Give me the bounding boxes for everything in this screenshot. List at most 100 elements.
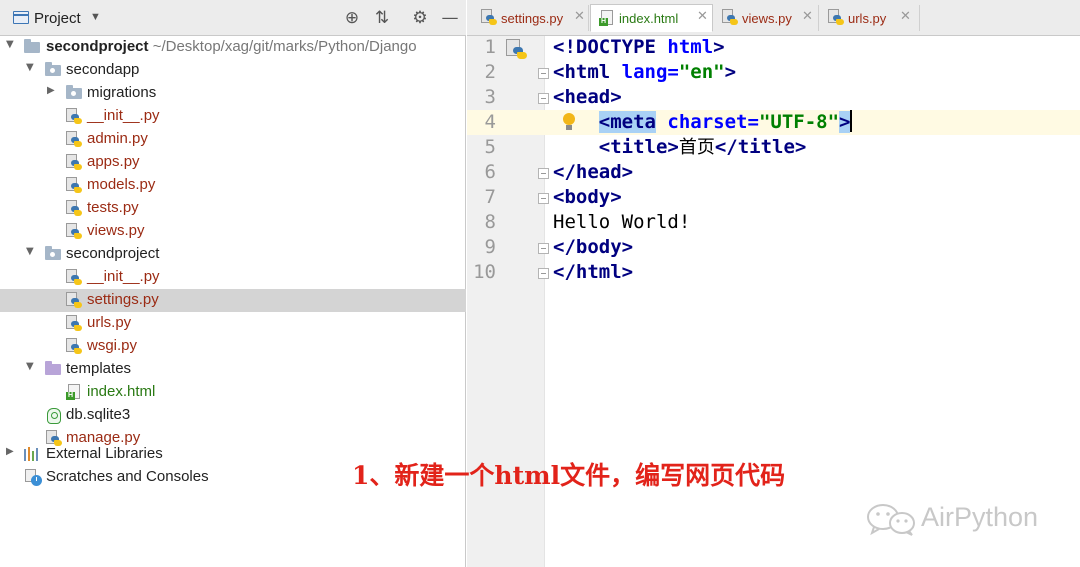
tree-item-file[interactable]: wsgi.py: [0, 335, 466, 358]
code-token: "en": [678, 61, 725, 83]
tree-item-file[interactable]: tests.py: [0, 197, 466, 220]
code-line-8: Hello World!: [553, 210, 690, 235]
python-file-icon: [66, 292, 82, 309]
chevron-down-icon[interactable]: ▼: [26, 361, 34, 372]
line-number: 4: [484, 111, 496, 133]
tree-item-label: Scratches and Consoles: [46, 468, 209, 485]
tree-item-file-selected[interactable]: settings.py: [0, 289, 466, 312]
code-token: </html>: [553, 261, 634, 283]
tab-settings-py[interactable]: settings.py ✕: [473, 5, 589, 31]
code-token: 首页: [678, 137, 715, 158]
tree-item-label: secondproject: [66, 245, 160, 262]
collapse-all-icon[interactable]: ⇅: [371, 7, 393, 29]
watermark-text: AirPython: [921, 502, 1039, 532]
tree-item-label-text: secondproject: [46, 38, 149, 55]
tree-item-secondapp[interactable]: ▼ secondapp: [0, 59, 466, 82]
tree-item-file[interactable]: __init__.py: [0, 266, 466, 289]
tree-item-label: __init__.py: [87, 107, 160, 124]
code-token: html: [667, 36, 714, 58]
code-token: lang: [621, 61, 668, 83]
code-token: >: [713, 36, 725, 58]
package-folder-icon: [66, 85, 82, 99]
tree-item-root-project[interactable]: ▼ secondproject ~/Desktop/xag/git/marks/…: [0, 36, 466, 59]
code-line-1: <!DOCTYPE html>: [553, 35, 725, 60]
python-file-icon: [66, 338, 82, 355]
project-header: Project ▼ ⊕ ⇅ ⚙ —: [0, 0, 466, 36]
code-line-2: <html lang="en">: [553, 60, 736, 85]
tree-item-label: urls.py: [87, 314, 132, 331]
tree-item-label: settings.py: [87, 291, 159, 308]
tab-label: views.py: [742, 11, 792, 26]
tree-item-label: wsgi.py: [87, 337, 138, 354]
database-icon: [47, 408, 61, 424]
close-icon[interactable]: ✕: [802, 9, 813, 24]
code-token: <head>: [553, 86, 622, 108]
python-file-icon: [66, 108, 82, 125]
fold-marker[interactable]: [538, 68, 549, 79]
tree-item-label: index.html: [87, 383, 156, 400]
chevron-down-icon[interactable]: ▼: [26, 62, 34, 73]
python-file-icon: [66, 223, 82, 240]
chevron-down-icon[interactable]: ▼: [6, 39, 14, 50]
close-icon[interactable]: ✕: [574, 9, 585, 24]
code-line-9: </body>: [553, 235, 633, 260]
chevron-right-icon[interactable]: ▶: [47, 85, 55, 96]
tab-label: settings.py: [501, 11, 564, 26]
code-token: </title>: [714, 136, 807, 158]
tree-item-file[interactable]: __init__.py: [0, 105, 466, 128]
project-view-selector[interactable]: Project: [34, 10, 81, 27]
python-file-icon: [66, 177, 82, 194]
tree-item-templates[interactable]: ▼ templates: [0, 358, 466, 381]
tree-item-file[interactable]: views.py: [0, 220, 466, 243]
line-number: 1: [484, 36, 496, 58]
python-file-icon: [506, 39, 528, 61]
tree-item-file[interactable]: urls.py: [0, 312, 466, 335]
tree-item-file[interactable]: apps.py: [0, 151, 466, 174]
code-line-6: </head>: [553, 160, 633, 185]
line-number: 2: [484, 61, 496, 83]
line-number: 6: [484, 161, 496, 183]
fold-marker[interactable]: [538, 168, 549, 179]
line-number: 8: [484, 211, 496, 233]
tree-item-file[interactable]: models.py: [0, 174, 466, 197]
code-token: =: [667, 61, 679, 83]
tree-item-file[interactable]: db.sqlite3: [0, 404, 466, 427]
line-number: 7: [484, 186, 496, 208]
tree-item-file[interactable]: admin.py: [0, 128, 466, 151]
chevron-down-icon[interactable]: ▼: [26, 246, 34, 257]
fold-marker[interactable]: [538, 193, 549, 204]
code-token: =: [747, 111, 759, 133]
tree-item-migrations[interactable]: ▶ migrations: [0, 82, 466, 105]
tree-item-label: templates: [66, 360, 132, 377]
line-number: 3: [484, 86, 496, 108]
editor-tab-bar: settings.py ✕ H index.html ✕ views.py ✕ …: [467, 0, 1080, 36]
code-token: <title>: [598, 136, 679, 158]
tree-item-label: External Libraries: [46, 445, 163, 462]
gear-icon[interactable]: ⚙: [409, 7, 431, 29]
hide-panel-icon[interactable]: —: [439, 7, 461, 29]
code-token-highlighted: <meta: [598, 111, 656, 133]
close-icon[interactable]: ✕: [697, 9, 708, 24]
fold-marker[interactable]: [538, 268, 549, 279]
tree-item-file[interactable]: H index.html: [0, 381, 466, 404]
fold-marker[interactable]: [538, 93, 549, 104]
tree-item-secondproject[interactable]: ▼ secondproject: [0, 243, 466, 266]
code-token: <body>: [553, 186, 622, 208]
locate-file-icon[interactable]: ⊕: [341, 7, 363, 29]
tree-item-label: __init__.py: [87, 268, 160, 285]
code-token: </head>: [553, 161, 634, 183]
tab-index-html[interactable]: H index.html ✕: [590, 4, 713, 32]
tab-urls-py[interactable]: urls.py ✕: [820, 5, 920, 31]
folder-icon: [24, 39, 40, 53]
line-number: 10: [473, 261, 496, 283]
close-icon[interactable]: ✕: [900, 9, 911, 24]
python-file-icon: [66, 315, 82, 332]
code-token: "UTF-8": [758, 111, 840, 133]
fold-marker[interactable]: [538, 243, 549, 254]
chevron-right-icon[interactable]: ▶: [6, 446, 14, 457]
chevron-down-icon[interactable]: ▼: [90, 11, 101, 23]
tab-label: index.html: [619, 11, 679, 26]
tab-views-py[interactable]: views.py ✕: [714, 5, 819, 31]
